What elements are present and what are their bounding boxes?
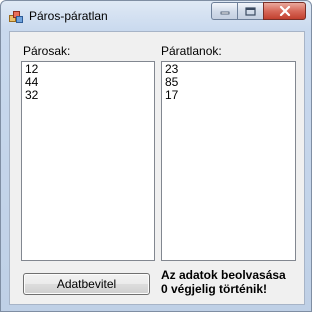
instruction-note: Az adatok beolvasása 0 végjelig történik… — [161, 268, 301, 296]
window-controls — [211, 2, 306, 20]
odd-listbox[interactable]: 23 85 17 — [161, 61, 296, 261]
even-label: Párosak: — [23, 44, 71, 58]
app-icon — [9, 10, 23, 24]
window-title: Páros-páratlan — [29, 9, 108, 23]
title-bar[interactable]: Páros-páratlan — [1, 1, 311, 31]
list-item[interactable]: 32 — [25, 89, 151, 102]
minimize-button[interactable] — [211, 2, 237, 20]
list-item[interactable]: 17 — [165, 89, 292, 102]
note-line-1: Az adatok beolvasása — [161, 268, 286, 282]
close-icon — [279, 6, 290, 16]
list-item[interactable]: 12 — [25, 63, 151, 76]
list-item[interactable]: 85 — [165, 76, 292, 89]
odd-label: Páratlanok: — [161, 44, 222, 58]
list-item[interactable]: 23 — [165, 63, 292, 76]
client-area: Párosak: Páratlanok: 12 44 32 23 85 17 A… — [9, 31, 305, 305]
maximize-icon — [245, 6, 256, 16]
data-entry-button[interactable]: Adatbevitel — [23, 273, 150, 295]
minimize-icon — [220, 11, 229, 15]
even-listbox[interactable]: 12 44 32 — [21, 61, 155, 261]
close-button[interactable] — [263, 2, 306, 20]
list-item[interactable]: 44 — [25, 76, 151, 89]
maximize-button[interactable] — [237, 2, 263, 20]
app-window: Páros-páratlan Párosak: Páratlanok: 12 4… — [0, 0, 312, 312]
note-line-2: 0 végjelig történik! — [161, 282, 268, 296]
